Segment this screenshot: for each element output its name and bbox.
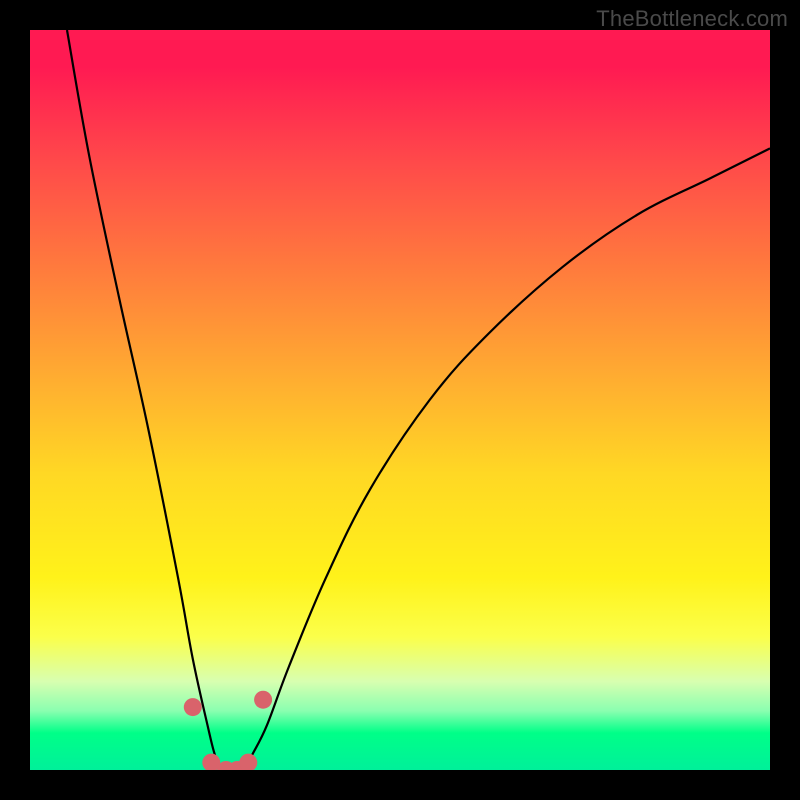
curve-path (67, 30, 770, 770)
plot-area (30, 30, 770, 770)
bottleneck-curve (30, 30, 770, 770)
marker-dot (184, 698, 202, 716)
marker-dot (254, 691, 272, 709)
watermark-text: TheBottleneck.com (596, 6, 788, 32)
curve-markers (184, 691, 272, 770)
marker-dot (239, 754, 257, 770)
